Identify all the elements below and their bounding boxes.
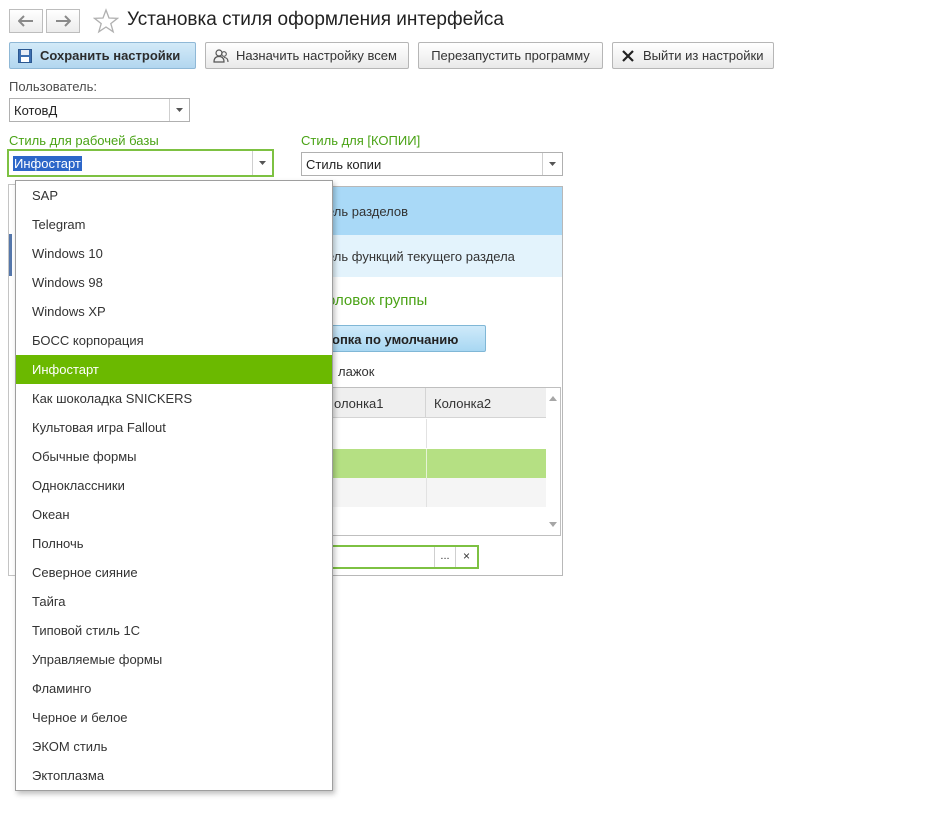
dropdown-option-label: Северное сияние [32, 565, 138, 580]
dropdown-option-label: Океан [32, 507, 70, 522]
style-preview-panel: ель разделов ель функций текущего раздел… [300, 186, 563, 576]
dropdown-option-label: Как шоколадка SNICKERS [32, 391, 193, 406]
preview-table-header: олонка1 Колонка2 [302, 388, 547, 418]
preview-table-column-2: Колонка2 [434, 396, 492, 411]
work-style-label: Стиль для рабочей базы [9, 133, 159, 148]
copy-style-select[interactable]: Стиль копии [301, 152, 563, 176]
preview-table[interactable]: олонка1 Колонка2 [301, 387, 561, 536]
dropdown-option[interactable]: Полночь [16, 529, 332, 558]
dropdown-option[interactable]: Черное и белое [16, 703, 332, 732]
preview-input-clear-button[interactable]: × [455, 547, 477, 567]
dropdown-option[interactable]: Типовой стиль 1С [16, 616, 332, 645]
close-icon [620, 48, 636, 64]
page-title: Установка стиля оформления интерфейса [127, 9, 504, 30]
preview-group-header: оловок группы [327, 292, 428, 309]
dropdown-option[interactable]: Windows 98 [16, 268, 332, 297]
work-style-select[interactable]: Инфостарт [7, 149, 274, 177]
work-style-value: Инфостарт [13, 156, 82, 171]
dropdown-option-label: Фламинго [32, 681, 92, 696]
dropdown-option-label: Типовой стиль 1С [32, 623, 141, 638]
user-label: Пользователь: [9, 79, 97, 94]
dropdown-option-label: ЭКОМ стиль [32, 739, 108, 754]
dropdown-option[interactable]: Фламинго [16, 674, 332, 703]
dropdown-option-label: Windows 10 [32, 246, 103, 261]
table-row[interactable] [302, 419, 547, 448]
exit-settings-label: Выйти из настройки [643, 48, 764, 63]
floppy-disk-icon [17, 48, 33, 64]
exit-settings-button[interactable]: Выйти из настройки [612, 42, 774, 69]
dropdown-option-label: Windows XP [32, 304, 106, 319]
dropdown-option[interactable]: Инфостарт [16, 355, 332, 384]
dropdown-option[interactable]: Windows XP [16, 297, 332, 326]
scroll-up-icon[interactable] [549, 396, 557, 401]
dropdown-option-label: Одноклассники [32, 478, 125, 493]
dropdown-option-label: Черное и белое [32, 710, 128, 725]
dropdown-option[interactable]: ЭКОМ стиль [16, 732, 332, 761]
preview-function-panel[interactable]: ель функций текущего раздела [301, 235, 562, 277]
dropdown-option-label: Обычные формы [32, 449, 137, 464]
dropdown-option-label: Эктоплазма [32, 768, 105, 783]
dropdown-option-label: Инфостарт [32, 362, 99, 377]
copy-style-label: Стиль для [КОПИИ] [301, 133, 421, 148]
preview-function-panel-label: ель функций текущего раздела [327, 249, 515, 264]
dropdown-option[interactable]: Эктоплазма [16, 761, 332, 790]
dropdown-option-label: SAP [32, 188, 59, 203]
preview-section-panel-label: ель разделов [327, 204, 409, 219]
back-button[interactable] [9, 9, 43, 33]
dropdown-option[interactable]: SAP [16, 181, 332, 210]
dropdown-option-label: Полночь [32, 536, 84, 551]
dropdown-option[interactable]: Windows 10 [16, 239, 332, 268]
dropdown-option-label: Управляемые формы [32, 652, 163, 667]
chevron-down-icon[interactable] [542, 153, 562, 175]
chevron-down-icon[interactable] [252, 151, 272, 175]
users-icon [213, 48, 229, 64]
style-dropdown-list[interactable]: SAP Telegram Windows 10 Windows 98 Windows X… [15, 180, 333, 791]
dropdown-option[interactable]: Северное сияние [16, 558, 332, 587]
dropdown-option-label: БОСС корпорация [32, 333, 144, 348]
dropdown-option[interactable]: Одноклассники [16, 471, 332, 500]
dropdown-option-label: Windows 98 [32, 275, 103, 290]
assign-all-label: Назначить настройку всем [236, 48, 397, 63]
preview-section-panel[interactable]: ель разделов [301, 187, 562, 235]
table-row[interactable] [302, 478, 547, 507]
chevron-down-icon[interactable] [169, 99, 189, 121]
dropdown-option-label: Тайга [32, 594, 66, 609]
dropdown-option[interactable]: БОСС корпорация [16, 326, 332, 355]
preview-table-scrollbar[interactable] [546, 388, 560, 535]
assign-all-button[interactable]: Назначить настройку всем [205, 42, 409, 69]
preview-default-button-label: опка по умолчанию [332, 332, 459, 347]
dropdown-option[interactable]: Тайга [16, 587, 332, 616]
preview-checkbox-label: лажок [338, 364, 375, 379]
arrow-left-icon [18, 15, 33, 27]
arrow-right-icon [56, 15, 71, 27]
dropdown-option[interactable]: Как шоколадка SNICKERS [16, 384, 332, 413]
dropdown-option[interactable]: Telegram [16, 210, 332, 239]
preview-table-column-1: олонка1 [334, 396, 384, 411]
star-icon[interactable] [93, 8, 119, 34]
restart-program-button[interactable]: Перезапустить программу [418, 42, 603, 69]
dropdown-option[interactable]: Культовая игра Fallout [16, 413, 332, 442]
preview-input-select-button[interactable]: ... [434, 547, 455, 567]
table-row[interactable] [302, 449, 547, 478]
user-select[interactable]: КотовД [9, 98, 190, 122]
dropdown-option[interactable]: Управляемые формы [16, 645, 332, 674]
dropdown-option-label: Telegram [32, 217, 86, 232]
copy-style-value: Стиль копии [306, 157, 382, 172]
forward-button[interactable] [46, 9, 80, 33]
dropdown-option[interactable]: Океан [16, 500, 332, 529]
dropdown-option-label: Культовая игра Fallout [32, 420, 166, 435]
user-value: КотовД [14, 103, 58, 118]
save-settings-button[interactable]: Сохранить настройки [9, 42, 196, 69]
restart-program-label: Перезапустить программу [431, 48, 590, 63]
dropdown-option[interactable]: Обычные формы [16, 442, 332, 471]
left-panel-accent [9, 234, 12, 276]
save-settings-label: Сохранить настройки [40, 48, 181, 63]
scroll-down-icon[interactable] [549, 522, 557, 527]
